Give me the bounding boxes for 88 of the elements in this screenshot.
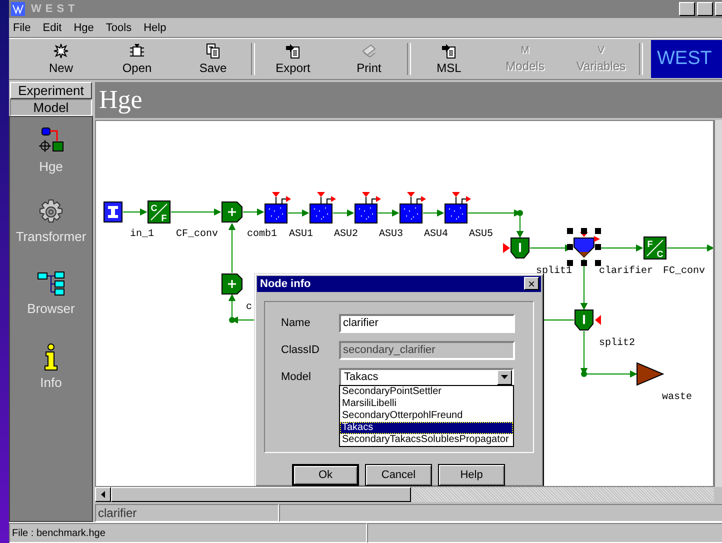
gear-icon [38,199,64,225]
waste-outlet-node[interactable] [636,362,664,386]
diagram-icon [38,127,64,155]
status-bar-text: File : benchmark.hge [9,523,368,543]
left-arrow-icon [101,491,105,498]
arrow-document-icon [441,43,457,59]
menu-item[interactable]: File [13,22,31,34]
node-label: split2 [599,338,636,349]
node-label: ASU2 [334,228,358,240]
letter-icon: V [598,45,604,57]
page-title: Hge [99,84,142,115]
toolbar-button[interactable]: Open [99,39,175,79]
tank-node[interactable] [264,192,291,224]
status-panel: clarifier [95,504,279,522]
node-label: in_1 [130,228,154,240]
node-label: split1 [536,266,572,277]
dropdown-option[interactable]: Takacs [340,422,513,434]
input-node[interactable] [104,201,122,222]
toolbar-button[interactable]: Save [175,39,251,79]
menu-item[interactable]: Tools [106,22,132,34]
window-title: WEST [31,3,79,15]
arrow-document-icon [285,43,301,59]
input-field[interactable]: clarifier [339,314,515,333]
connector-line [288,209,310,217]
restore-button[interactable] [697,2,713,16]
splitter-node[interactable] [574,309,594,330]
document-icon [205,43,221,59]
close-button[interactable]: × [524,277,539,290]
connector-line [171,208,222,216]
connector-line [333,209,354,217]
combiner-node[interactable] [222,273,242,294]
printer-icon [361,43,377,59]
dialog-button[interactable]: Help [438,464,505,486]
dialog-title: Node info [260,278,311,290]
tank-node[interactable] [310,192,336,224]
tank-node[interactable] [444,192,471,224]
converter-node[interactable]: F C [644,236,666,260]
node-label: c [246,302,252,313]
connector-line [580,258,588,310]
converter-node[interactable]: C F [148,200,170,224]
tank-node[interactable] [400,192,426,224]
splitter-node[interactable] [510,237,530,258]
clarifier-node[interactable] [567,228,601,266]
junction-dot [517,210,523,216]
bug-icon [129,43,145,59]
toolbar-button[interactable]: New [23,39,99,79]
horizontal-scrollbar[interactable] [95,487,714,502]
node-label: ASU1 [289,228,314,240]
node-label: waste [662,392,692,403]
node-label: CF_conv [176,228,218,240]
connector-line [423,209,444,217]
toolbar-button[interactable]: Print [331,39,407,79]
node-label: ASU4 [424,228,448,240]
connector-line [228,222,236,273]
connector-line [123,208,148,216]
node-label: FC_conv [663,266,706,277]
logo: WEST [651,40,722,78]
node-label: ASU3 [379,228,404,240]
combiner-node[interactable] [222,201,242,222]
side-tab[interactable]: Model [10,99,92,116]
menu-item[interactable]: Help [144,22,166,34]
app-icon [11,2,25,16]
model-dropdown[interactable]: Takacs [339,368,514,387]
connector-line [243,208,264,216]
connector-line [378,209,400,217]
minimize-button[interactable] [679,2,695,16]
letter-icon: M [520,45,530,57]
dialog-button[interactable]: Ok [292,464,359,486]
toolbar-button[interactable]: MSL [411,39,487,79]
junction-dot [581,370,587,377]
info-icon [43,343,59,371]
side-tab[interactable]: Experiment [10,82,92,99]
menu-item[interactable]: Hge [74,22,94,34]
toolbar-button[interactable]: Export [255,39,331,79]
menu-item[interactable]: Edit [42,22,62,34]
node-label: clarifier [599,266,654,277]
connector-line [667,244,713,252]
field-label: Name [281,317,312,330]
tank-node[interactable] [354,192,381,224]
tree-icon [37,271,65,297]
starburst-icon [53,43,69,59]
dialog-button[interactable]: Cancel [365,464,432,486]
node-label: ASU5 [469,228,494,240]
field-label: Model [281,371,312,384]
junction-dot [229,316,235,323]
caret-icon [501,375,508,380]
field-label: ClassID [281,344,321,356]
node-label: comb1 [247,228,278,240]
